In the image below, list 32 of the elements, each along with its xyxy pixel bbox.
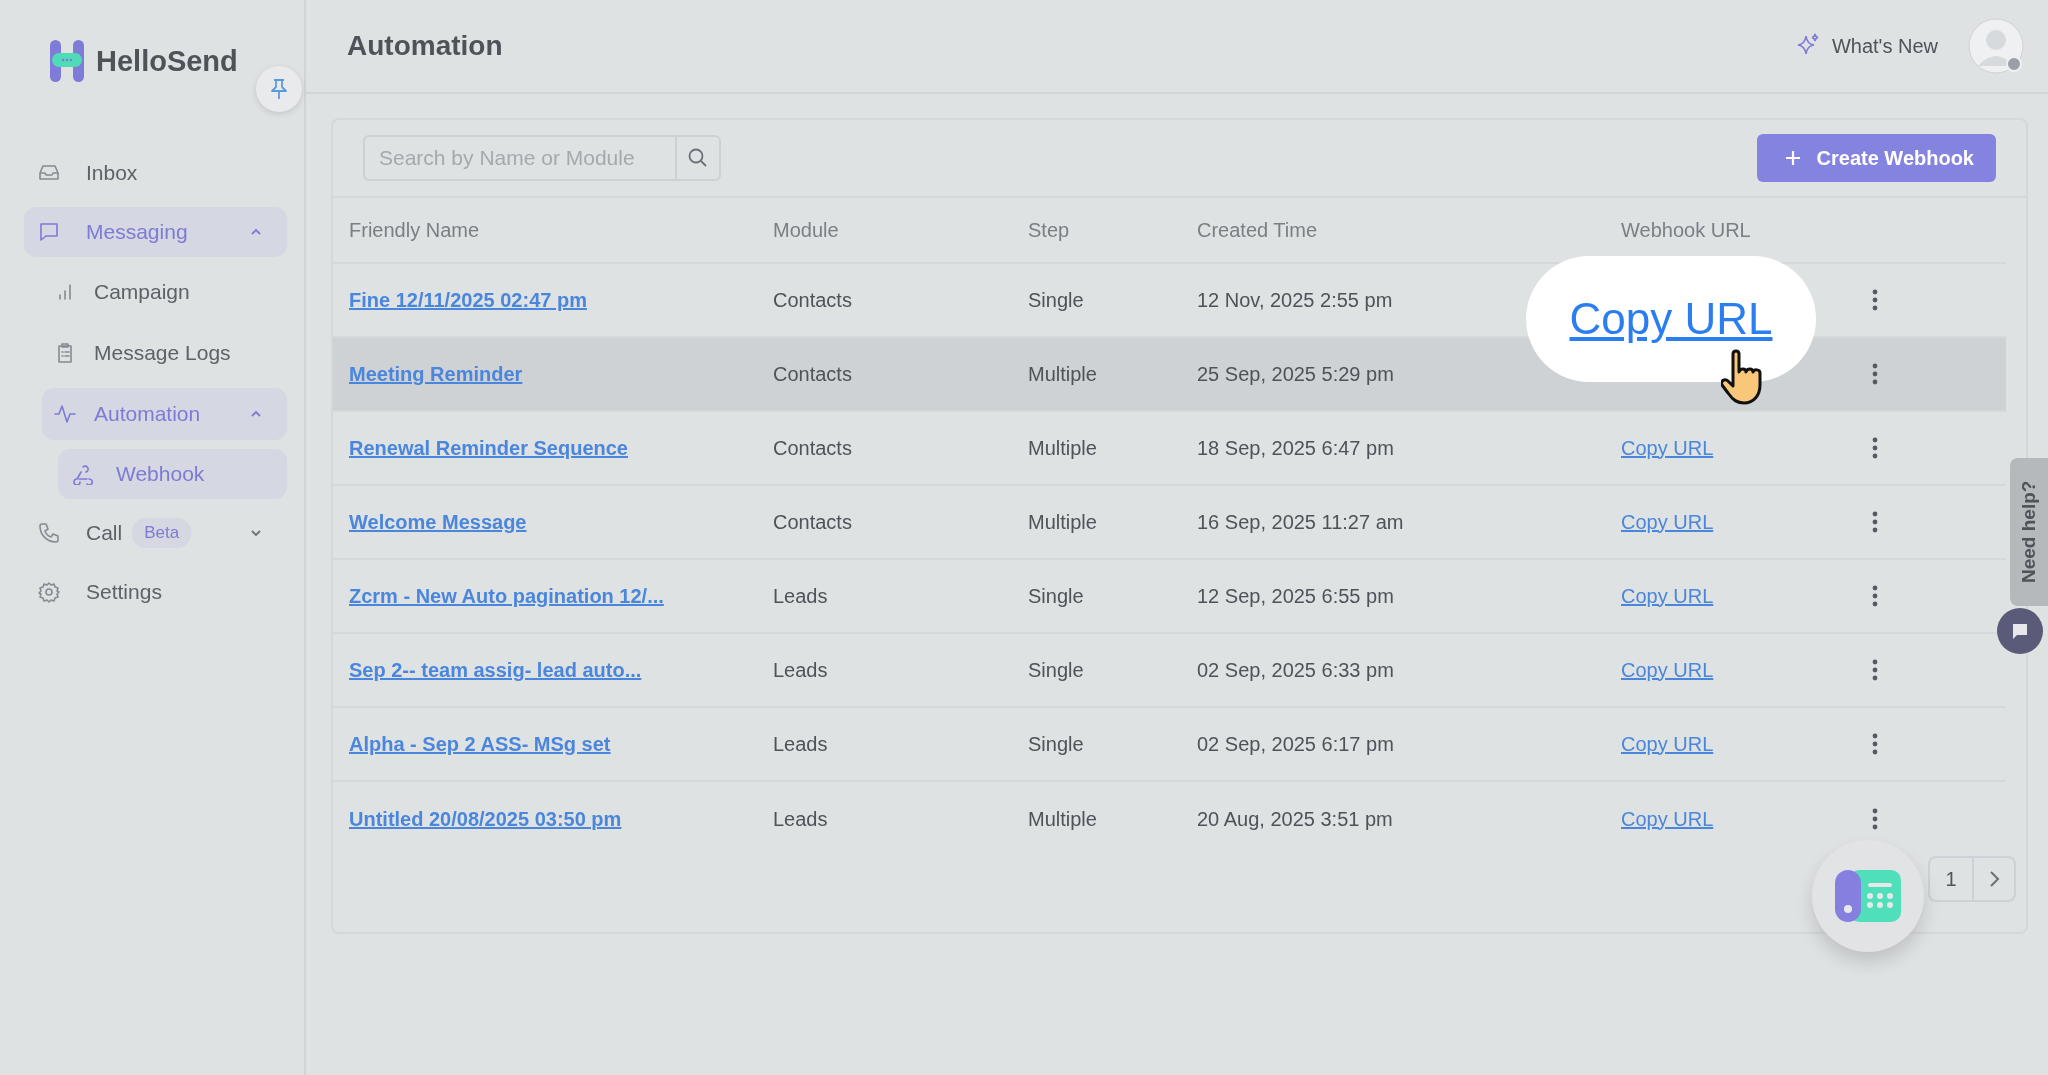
column-header: Created Time bbox=[1197, 218, 1319, 242]
table-cell-text: Contacts bbox=[773, 510, 853, 534]
table-cell-text: Single bbox=[1028, 584, 1085, 608]
table-cell-text: Leads bbox=[773, 807, 829, 831]
table-cell-text: 18 Sep, 2025 6:47 pm bbox=[1197, 436, 1395, 460]
table-cell-text: 02 Sep, 2025 6:17 pm bbox=[1197, 732, 1395, 756]
column-header: Webhook URL bbox=[1621, 218, 1752, 242]
table-cell-text: Single bbox=[1028, 288, 1085, 312]
table-cell-text: Contacts bbox=[773, 288, 853, 312]
table-cell-text: Contacts bbox=[773, 436, 853, 460]
table-cell-text: Multiple bbox=[1028, 362, 1098, 386]
table-cell-text: Multiple bbox=[1028, 510, 1098, 534]
table-cell-text: Single bbox=[1028, 732, 1085, 756]
table-cell-text: Single bbox=[1028, 658, 1085, 682]
column-header: Module bbox=[773, 218, 840, 242]
table-cell-text: 20 Aug, 2025 3:51 pm bbox=[1197, 807, 1394, 831]
table-cell-text: Leads bbox=[773, 584, 829, 608]
table-cell-text: Leads bbox=[773, 658, 829, 682]
table-cell-text: 25 Sep, 2025 5:29 pm bbox=[1197, 362, 1395, 386]
table-cell-text: Contacts bbox=[773, 362, 853, 386]
table-cell-text: 02 Sep, 2025 6:33 pm bbox=[1197, 658, 1395, 682]
table-cell-text: Multiple bbox=[1028, 807, 1098, 831]
brand-name: HelloSend bbox=[96, 44, 238, 78]
column-header: Step bbox=[1028, 218, 1071, 242]
table-cell-text: Multiple bbox=[1028, 436, 1098, 460]
beta-badge: Beta bbox=[132, 518, 192, 548]
table-cell-text: 12 Sep, 2025 6:55 pm bbox=[1197, 584, 1395, 608]
column-header: Friendly Name bbox=[349, 218, 481, 242]
table-cell-text: 12 Nov, 2025 2:55 pm bbox=[1197, 288, 1394, 312]
table-cell-text: Leads bbox=[773, 732, 829, 756]
table-cell-text: 16 Sep, 2025 11:27 am bbox=[1197, 510, 1405, 534]
page-title: Automation bbox=[347, 30, 503, 62]
